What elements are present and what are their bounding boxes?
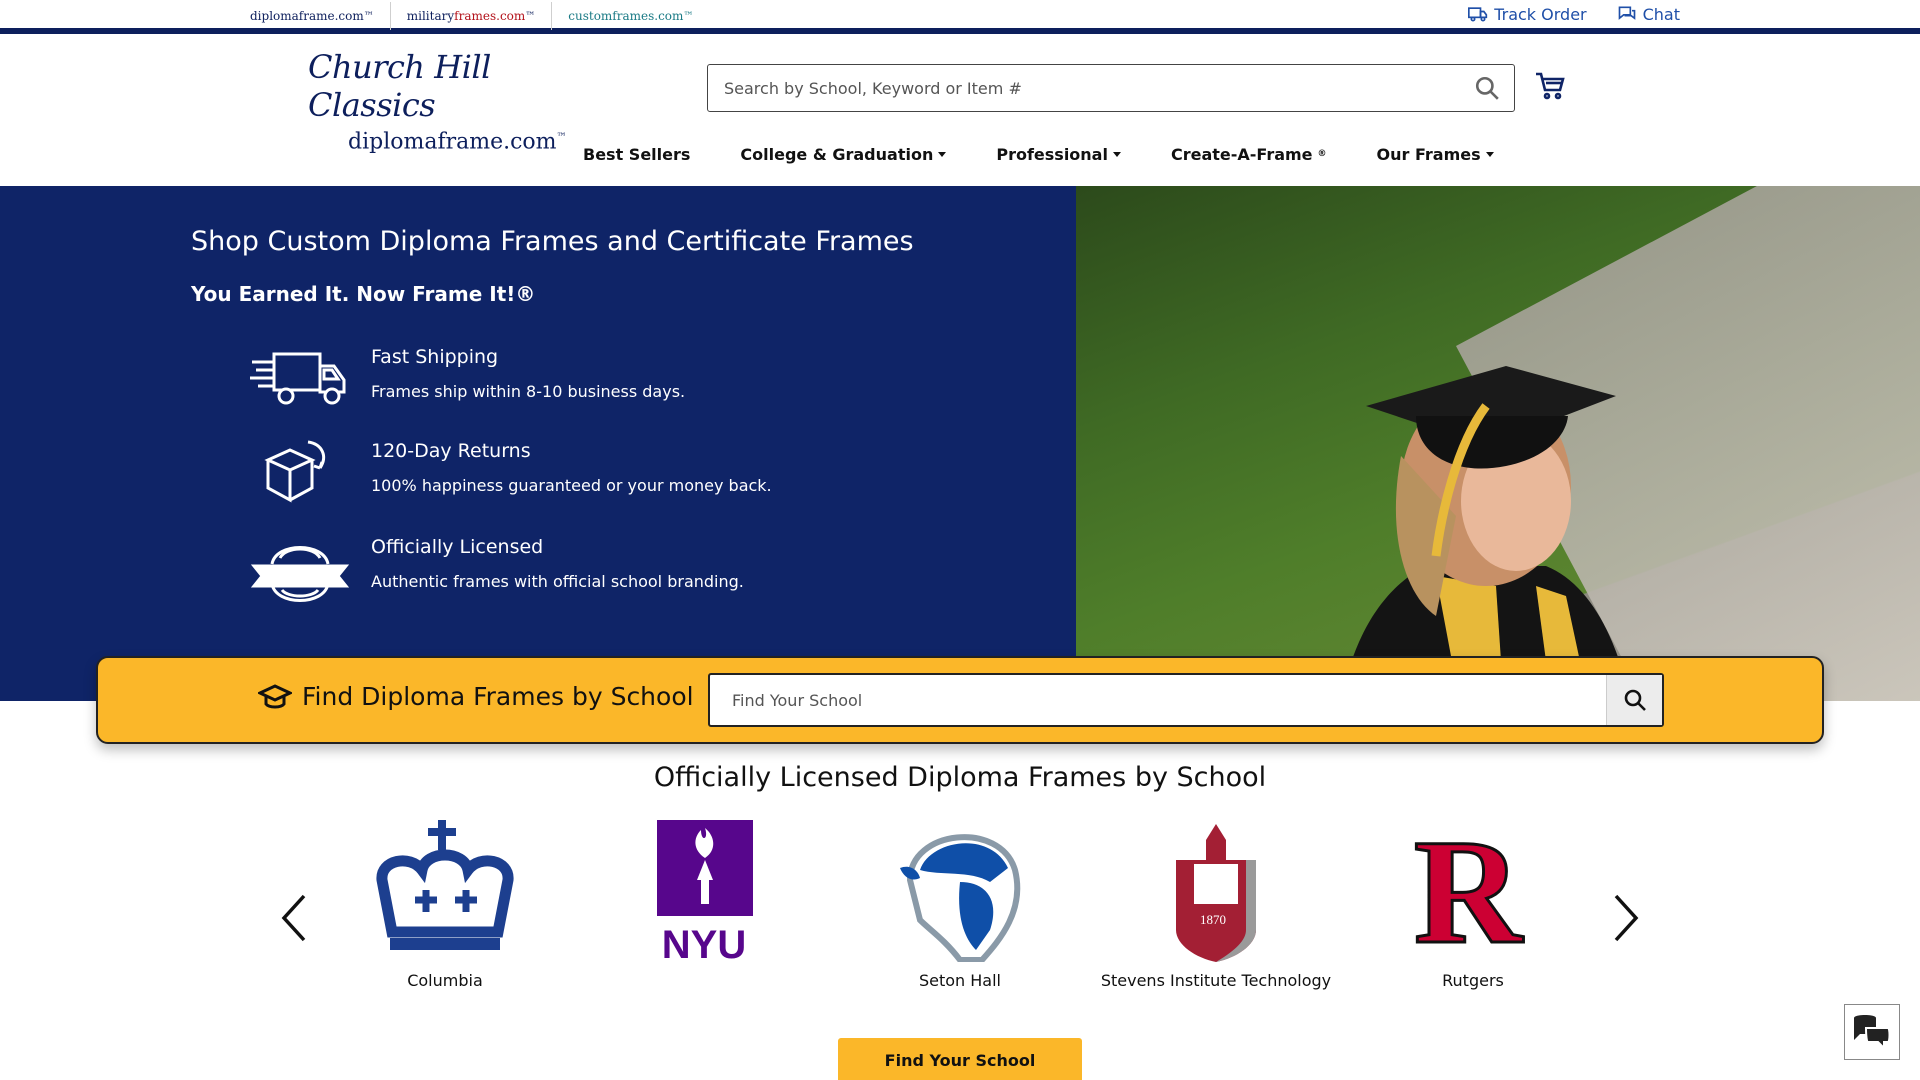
- hero-subtitle: You Earned It. Now Frame It!®: [191, 282, 536, 306]
- cart-icon[interactable]: [1534, 70, 1566, 102]
- carousel-next-arrow-icon[interactable]: [1606, 890, 1646, 946]
- search-icon[interactable]: [1474, 75, 1500, 101]
- rutgers-r-logo: R: [1412, 820, 1525, 962]
- sister-sites: diplomaframe.com ™ military frames .com ™ cu…: [250, 2, 709, 30]
- school-card-rutgers[interactable]: R Rutgers: [1353, 820, 1593, 990]
- chat-bubble-icon: [1618, 6, 1635, 20]
- feature-returns: 120-Day Returns 100% happiness guarantee…: [250, 438, 772, 508]
- sister-site-militaryframes[interactable]: military frames .com ™: [391, 2, 553, 30]
- chat-link[interactable]: Chat: [1617, 4, 1680, 24]
- nav-college-graduation[interactable]: College & Graduation: [715, 140, 971, 168]
- nav-create-a-frame[interactable]: Create-A-Frame ®: [1146, 140, 1352, 168]
- chevron-down-icon: [938, 151, 947, 157]
- nav-professional[interactable]: Professional: [971, 140, 1146, 168]
- schools-section-title: Officially Licensed Diploma Frames by Sc…: [653, 762, 1267, 793]
- find-by-school-label: Find Diploma Frames by School: [302, 682, 694, 711]
- truck-icon: [1468, 7, 1488, 22]
- top-links: Track Order Chat: [1468, 4, 1680, 24]
- site-search: [707, 64, 1515, 112]
- stevens-shield-logo: 1870: [1176, 824, 1256, 962]
- logo-script-text: Church Hill Classics: [308, 48, 491, 124]
- top-strip: diplomaframe.com ™ military frames .com ™ cu…: [0, 0, 1920, 34]
- school-card-columbia[interactable]: Columbia: [325, 820, 565, 990]
- track-order-label: Track Order: [1494, 4, 1587, 24]
- feature-licensed: Officially Licensed Authentic frames wit…: [250, 534, 744, 604]
- svg-text:R: R: [1414, 820, 1524, 962]
- hero-banner: Shop Custom Diploma Frames and Certifica…: [0, 186, 1920, 701]
- school-card-nyu[interactable]: NYU: [584, 820, 824, 990]
- find-your-school-button[interactable]: Find Your School: [838, 1038, 1082, 1080]
- sister-site-diplomaframe-text: diplomaframe.com: [250, 9, 364, 23]
- carousel-prev-arrow-icon[interactable]: [274, 890, 314, 946]
- chevron-down-icon: [1485, 151, 1494, 157]
- graduate-illustration: [1341, 366, 1631, 701]
- track-order-link[interactable]: Track Order: [1468, 4, 1587, 24]
- svg-text:1870: 1870: [1200, 912, 1226, 927]
- school-name: Rutgers: [1442, 971, 1504, 990]
- site-search-input[interactable]: [708, 66, 1448, 110]
- hero-graduate-photo: [1076, 186, 1920, 701]
- school-search-button[interactable]: [1606, 675, 1662, 725]
- nyu-torch-logo: NYU: [657, 820, 753, 962]
- graduation-cap-icon: [258, 683, 292, 708]
- chat-widget-button[interactable]: [1844, 1004, 1900, 1060]
- hero-title: Shop Custom Diploma Frames and Certifica…: [191, 226, 914, 257]
- nav-our-frames[interactable]: Our Frames: [1352, 140, 1519, 168]
- find-by-school-heading: Find Diploma Frames by School: [258, 682, 694, 711]
- license-badge-icon: [250, 546, 350, 602]
- search-icon: [1624, 689, 1646, 711]
- chat-label: Chat: [1642, 4, 1680, 24]
- sister-site-customframes[interactable]: customframes.com ™: [552, 2, 709, 30]
- columbia-crown-logo: [376, 820, 514, 950]
- hero-panel: Shop Custom Diploma Frames and Certifica…: [0, 186, 1076, 701]
- feature-title: Officially Licensed: [371, 536, 544, 558]
- school-search: [708, 673, 1664, 727]
- school-card-stevens[interactable]: 1870 Stevens Institute Technology: [1096, 820, 1336, 990]
- feature-title: Fast Shipping: [371, 346, 499, 368]
- box-return-icon: [264, 440, 325, 503]
- feature-desc: 100% happiness guaranteed or your money …: [371, 476, 772, 495]
- feature-desc: Authentic frames with official school br…: [371, 572, 744, 591]
- find-by-school-bar: Find Diploma Frames by School: [96, 656, 1824, 744]
- chevron-down-icon: [1112, 151, 1121, 157]
- main-nav: Best Sellers College & Graduation Profes…: [0, 140, 1920, 168]
- school-name: Columbia: [407, 971, 483, 990]
- feature-desc: Frames ship within 8-10 business days.: [371, 382, 686, 401]
- feature-fast-shipping: Fast Shipping Frames ship within 8-10 bu…: [250, 344, 685, 414]
- school-name: Stevens Institute Technology: [1100, 971, 1332, 990]
- chat-bubbles-icon: [1854, 1015, 1891, 1050]
- school-name: Seton Hall: [918, 971, 1001, 990]
- school-search-input[interactable]: [710, 675, 1590, 725]
- header: Church Hill Classics diplomaframe.com™ B…: [0, 40, 1920, 182]
- nav-best-sellers[interactable]: Best Sellers: [558, 140, 715, 168]
- brand-logo[interactable]: Church Hill Classics diplomaframe.com™: [308, 48, 588, 154]
- truck-icon: [250, 352, 346, 405]
- svg-text:NYU: NYU: [662, 923, 746, 962]
- school-card-seton-hall[interactable]: Seton Hall: [840, 820, 1080, 990]
- sister-site-diplomaframe[interactable]: diplomaframe.com ™: [250, 2, 391, 30]
- seton-hall-pirate-logo: [900, 834, 1021, 962]
- feature-title: 120-Day Returns: [371, 440, 531, 462]
